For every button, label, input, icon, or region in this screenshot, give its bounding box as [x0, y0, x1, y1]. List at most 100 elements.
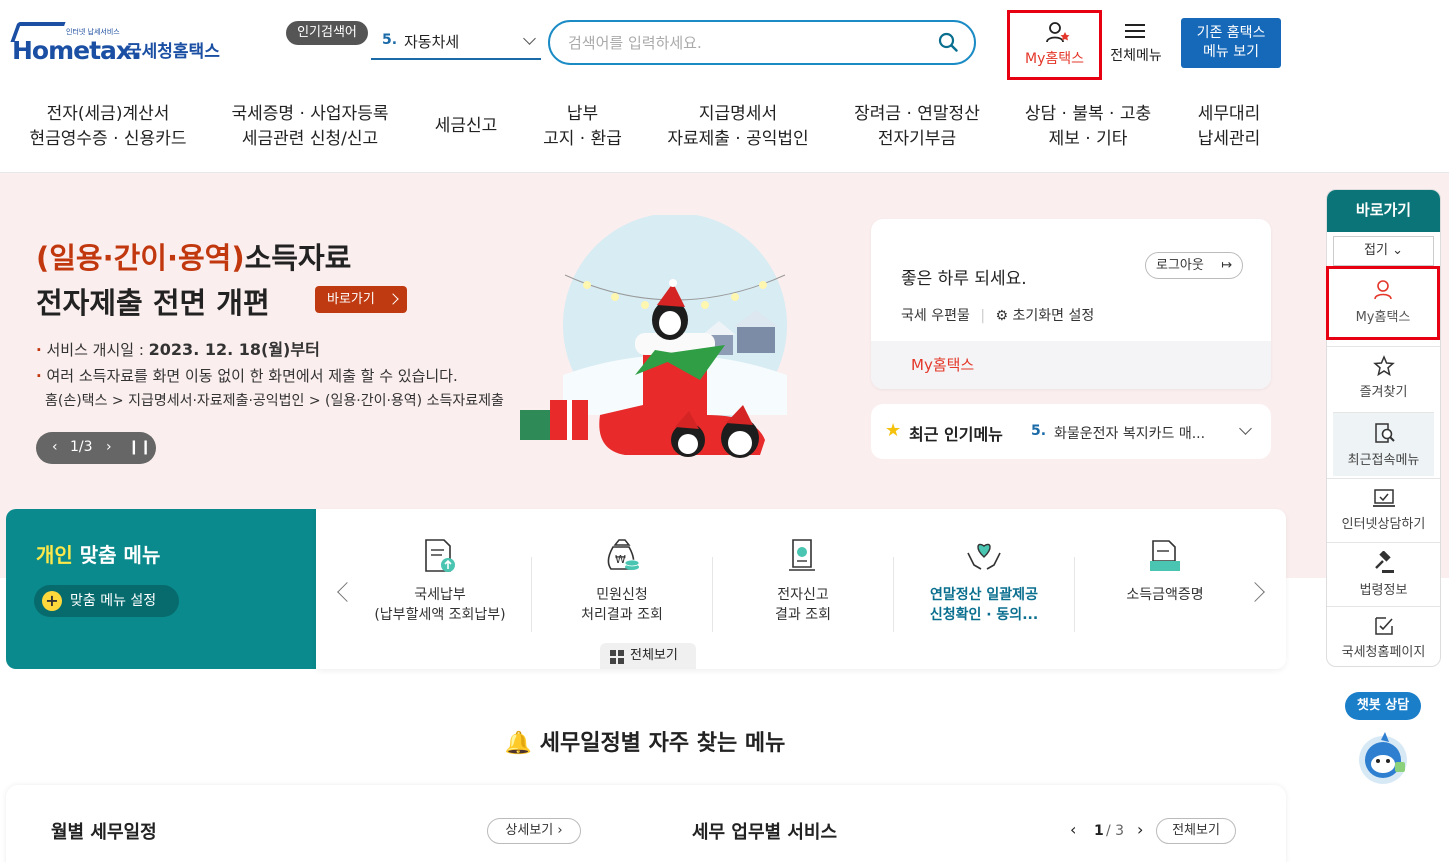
search-input[interactable]	[568, 30, 918, 56]
greeting-text: 좋은 하루 되세요.	[901, 269, 1027, 289]
menu-line1: 민원신청	[596, 587, 648, 603]
quick-links-title: 바로가기	[1327, 190, 1440, 232]
logo-wordmark: Hometax.	[12, 36, 141, 65]
pause-icon[interactable]: ❙❙	[128, 439, 151, 455]
chatbot-avatar-icon[interactable]	[1355, 730, 1411, 786]
menu-civil-request[interactable]: ₩ 민원신청 처리결과 조회	[532, 537, 712, 625]
nav-e-invoice[interactable]: 전자(세금)계산서 현금영수증 · 신용카드	[28, 102, 188, 152]
chevron-down-icon	[523, 32, 536, 45]
personal-menu-title: 개인 맞춤 메뉴	[36, 539, 160, 568]
money-bag-icon: ₩	[607, 539, 640, 570]
personal-menu-panel: 개인 맞춤 메뉴 + 맞춤 메뉴 설정	[6, 509, 318, 669]
chevron-right-icon	[387, 293, 399, 305]
nav-consulting[interactable]: 상담 · 불복 · 고충 제보 · 기타	[1018, 102, 1158, 152]
nav-tax-report[interactable]: 세금신고	[425, 114, 507, 139]
legacy-menu-line1: 기존 홈택스	[1196, 25, 1266, 41]
all-menu-label: 전체메뉴	[1110, 48, 1162, 64]
nav-statement[interactable]: 지급명세서 자료제출 · 공익법인	[663, 102, 813, 152]
chevron-down-icon[interactable]	[1239, 422, 1252, 435]
legacy-menu-line2: 메뉴 보기	[1203, 44, 1259, 60]
banner-desc-text: 여러 소득자료를 화면 이동 없이 한 화면에서 제출 할 수 있습니다.	[46, 367, 458, 385]
quick-fold-button[interactable]: 접기 ⌄	[1333, 236, 1434, 266]
nav-line1: 세무대리	[1197, 104, 1261, 124]
e-filing-icon	[789, 539, 815, 571]
hometax-logo[interactable]: 인터넷 납세서비스 Hometax. 국세청홈택스	[8, 18, 223, 70]
menu-year-end-settlement[interactable]: 연말정산 일괄제공 신청확인 · 동의...	[894, 537, 1074, 625]
banner-go-button[interactable]: 바로가기	[315, 286, 407, 313]
nav-line1: 납부	[566, 104, 599, 124]
nav-line2: 고지 · 환급	[543, 129, 622, 149]
initial-screen-settings-link[interactable]: 초기화면 설정	[1013, 308, 1095, 324]
nav-incentive[interactable]: 장려금 · 연말정산 전자기부금	[847, 102, 987, 152]
personal-menu-view-all[interactable]: 전체보기	[600, 643, 696, 669]
quick-nts-homepage[interactable]: 국세청홈페이지	[1327, 606, 1440, 666]
menu-line1: 전자신고	[777, 587, 829, 603]
service-by-task-title: 세무 업무별 서비스	[692, 822, 838, 843]
chatbot-consult-label[interactable]: 챗봇 상담	[1345, 692, 1421, 720]
quick-recent-label: 최근접속메뉴	[1347, 453, 1420, 468]
logout-button[interactable]: 로그아웃 ↦	[1145, 252, 1243, 279]
logout-label: 로그아웃	[1156, 258, 1204, 273]
payment-document-icon	[425, 539, 455, 572]
banner-service-date: · 서비스 개시일 : 2023. 12. 18(월)부터	[36, 340, 320, 359]
heart-hands-icon	[967, 543, 1001, 570]
banner-next-button[interactable]: ›	[106, 439, 112, 455]
banner-title-rest: 소득자료	[244, 241, 352, 275]
user-star-icon	[1046, 22, 1070, 43]
search-bar	[548, 20, 976, 65]
service-prev-icon[interactable]: ‹	[1070, 820, 1076, 839]
banner-title-line1: (일용·간이·용역)소득자료	[36, 235, 351, 277]
gear-icon: ⚙	[995, 308, 1009, 324]
nav-line1: 전자(세금)계산서	[46, 104, 170, 124]
popular-search-select[interactable]: 5. 자동차세	[371, 26, 541, 60]
quick-myhometax[interactable]: My홈택스	[1326, 266, 1440, 340]
banner-title-highlight: (일용·간이·용역)	[36, 241, 245, 275]
search-icon[interactable]	[938, 32, 958, 52]
quick-favorites-label: 즐겨찾기	[1359, 385, 1408, 400]
plus-icon: +	[42, 591, 62, 611]
nav-tax-agent[interactable]: 세무대리 납세관리	[1188, 102, 1270, 152]
service-date-value: 2023. 12. 18(월)부터	[148, 340, 320, 359]
popular-search-term: 자동차세	[404, 33, 460, 51]
recent-popular-menu[interactable]: ★ 최근 인기메뉴 5. 화물운전자 복지카드 매...	[871, 404, 1271, 459]
myhometax-button[interactable]: My홈택스	[1007, 10, 1102, 80]
banner-prev-button[interactable]: ‹	[52, 439, 58, 455]
banner-go-label: 바로가기	[327, 292, 375, 307]
login-myhometax-link[interactable]: My홈택스	[911, 354, 974, 375]
nav-certificate[interactable]: 국세증명 · 사업자등록 세금관련 신청/신고	[222, 102, 398, 152]
menu-tax-payment[interactable]: 국세납부 (납부할세액 조회납부)	[350, 537, 530, 625]
banner-page-indicator: 1/3	[70, 439, 93, 455]
postal-mail-link[interactable]: 국세 우편물	[901, 308, 970, 324]
menu-e-filing[interactable]: 전자신고 결과 조회	[713, 537, 893, 625]
menu-line2: (납부할세액 조회납부)	[374, 607, 506, 623]
grid-icon	[610, 650, 624, 664]
legacy-menu-button[interactable]: 기존 홈택스 메뉴 보기	[1181, 18, 1281, 68]
quick-favorites[interactable]: 즐겨찾기	[1327, 346, 1440, 410]
schedule-detail-button[interactable]: 상세보기 ›	[487, 818, 581, 844]
nav-line1: 상담 · 불복 · 고충	[1024, 104, 1152, 124]
tax-calendar-title: 세무일정별 자주 찾는 메뉴	[539, 731, 786, 756]
nav-line2: 현금영수증 · 신용카드	[29, 129, 187, 149]
all-menu-button[interactable]: 전체메뉴	[1104, 18, 1168, 70]
recent-search-icon	[1374, 423, 1395, 443]
menu-income-certificate[interactable]: 소득금액증명	[1075, 537, 1255, 605]
quick-law-info[interactable]: 법령정보	[1327, 542, 1440, 606]
recent-popular-text: 화물운전자 복지카드 매...	[1054, 426, 1206, 442]
svg-text:₩: ₩	[615, 553, 626, 566]
quick-online-consult[interactable]: 인터넷상담하기	[1327, 478, 1440, 542]
personal-menu-title-hl: 개인	[36, 543, 73, 567]
quick-recent-menu[interactable]: 최근접속메뉴	[1333, 412, 1434, 476]
service-next-icon[interactable]: ›	[1137, 820, 1143, 839]
popular-search-badge: 인기검색어	[286, 21, 368, 45]
service-page-total: / 3	[1106, 823, 1125, 839]
login-footer: My홈택스	[871, 341, 1271, 389]
tax-schedule-card: 월별 세무일정 상세보기 › 세무 업무별 서비스 ‹ 1 / 3 › 전체보기	[6, 785, 1286, 862]
personal-menu-setting-button[interactable]: + 맞춤 메뉴 설정	[34, 585, 179, 617]
monitor-icon	[1372, 489, 1395, 507]
personal-menu-carousel: 국세납부 (납부할세액 조회납부) ₩ 민원신청 처리결과 조회 전자신고 결과…	[316, 509, 1286, 669]
menu-line2: 신청확인 · 동의...	[929, 607, 1039, 623]
service-view-all-button[interactable]: 전체보기	[1156, 818, 1236, 844]
nav-payment[interactable]: 납부 고지 · 환급	[535, 102, 630, 152]
menu-line1: 연말정산 일괄제공	[930, 587, 1038, 603]
nav-line1: 세금신고	[434, 116, 498, 136]
